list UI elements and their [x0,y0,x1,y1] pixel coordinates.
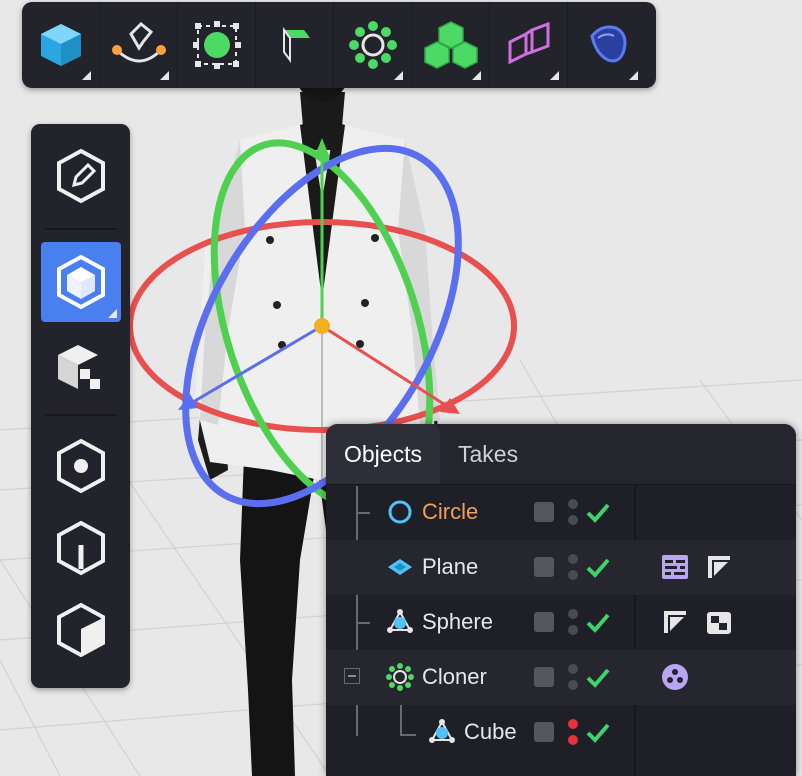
render-visibility-dot[interactable] [568,570,578,580]
point-mode-button[interactable] [41,426,121,506]
editor-visibility-dot[interactable] [568,499,578,509]
cube-object-icon [429,719,455,743]
render-visibility-dot[interactable] [568,625,578,635]
polygon-mode-button[interactable] [41,328,121,408]
enabled-check-icon[interactable] [584,718,612,746]
layer-toggle[interactable] [534,612,554,632]
left-mode-palette [31,124,130,688]
circle-spline-icon [388,500,412,524]
sphere-icon [387,609,413,633]
object-name[interactable]: Cloner [422,664,487,690]
edge-mode-icon [57,520,105,576]
generator-circle-icon [192,21,241,69]
render-visibility-dot[interactable] [568,680,578,690]
object-name[interactable]: Sphere [422,609,493,635]
minus-icon [348,675,356,677]
model-mode-button[interactable] [41,242,121,322]
material-ball-icon[interactable] [660,662,690,692]
phong-tag-icon[interactable] [660,607,690,637]
tab-objects[interactable]: Objects [326,424,440,484]
point-mode-icon [57,438,105,494]
enabled-check-icon[interactable] [584,608,612,636]
edit-mode-button[interactable] [41,136,121,216]
field-icon [590,25,627,63]
object-name[interactable]: Cube [464,719,517,745]
object-row-circle[interactable]: Circle [326,485,796,540]
generator-button[interactable] [178,2,256,88]
render-visibility-dot[interactable] [568,515,578,525]
cube-button[interactable] [22,2,100,88]
spline-pen-button[interactable] [100,2,178,88]
object-row-cloner[interactable]: Cloner [326,650,796,705]
checker-tag-icon[interactable] [704,607,734,637]
enabled-check-icon[interactable] [584,553,612,581]
object-row-sphere[interactable]: Sphere [326,595,796,650]
collapse-toggle[interactable] [344,668,360,684]
edge-mode-button[interactable] [41,508,121,588]
cloner-button[interactable] [334,2,412,88]
deformer-button[interactable] [490,2,568,88]
blocks-icon [423,21,478,69]
polygon-mode-icon [58,345,100,389]
layer-toggle[interactable] [534,502,554,522]
editor-visibility-dot[interactable] [568,609,578,619]
texture-tag-icon[interactable] [660,552,690,582]
deformer-icon [508,21,549,65]
subdivision-button[interactable] [256,2,334,88]
editor-visibility-dot[interactable] [568,554,578,564]
cube-icon [40,24,81,66]
cloner-gear-icon [386,663,414,691]
editor-visibility-dot[interactable] [568,664,578,674]
field-button[interactable] [568,2,646,88]
enabled-check-icon[interactable] [584,663,612,691]
layer-toggle[interactable] [534,722,554,742]
face-mode-button[interactable] [41,590,121,670]
object-name[interactable]: Plane [422,554,478,580]
top-toolbar [22,2,656,88]
pen-spline-icon [111,21,166,63]
model-cube-icon [57,254,105,310]
tab-takes[interactable]: Takes [440,424,536,484]
plane-icon [388,559,412,575]
object-row-cube[interactable]: Cube [326,705,796,760]
mograph-blocks-button[interactable] [412,2,490,88]
gizmo-center [314,318,330,334]
layer-toggle[interactable] [534,667,554,687]
object-name[interactable]: Circle [422,499,478,525]
object-manager-panel: Objects Takes Circle Plane Sphere Cloner… [326,424,796,776]
object-manager-tabs: Objects Takes [326,424,796,485]
edit-hex-icon [57,148,105,204]
editor-visibility-dot[interactable] [568,719,578,729]
enabled-check-icon[interactable] [584,498,612,526]
cloner-gear-icon [348,21,397,69]
subdivision-cube-icon [282,27,310,63]
face-mode-icon [57,602,105,658]
layer-toggle[interactable] [534,557,554,577]
object-row-plane[interactable]: Plane [326,540,796,595]
phong-tag-icon[interactable] [704,552,734,582]
render-visibility-dot[interactable] [568,735,578,745]
